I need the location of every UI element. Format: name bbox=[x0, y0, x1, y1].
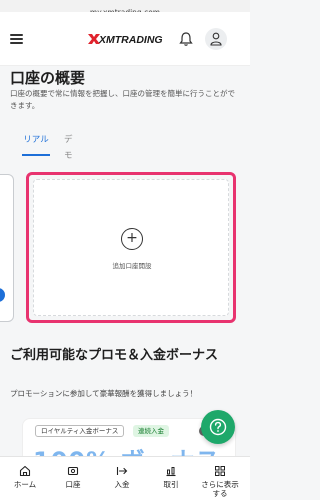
page-subtitle: 口座の概要で常に情報を把握し、口座の管理を簡単に行うことができます。 bbox=[10, 89, 235, 110]
nav-trade-label: 取引 bbox=[163, 480, 179, 489]
promo-section-title: ご利用可能なプロモ＆入金ボーナス bbox=[10, 348, 219, 363]
deposit-icon bbox=[116, 467, 128, 475]
add-account-card[interactable]: + 追加口座開設 bbox=[33, 179, 229, 316]
grid-icon bbox=[215, 466, 225, 476]
nav-home-label: ホーム bbox=[13, 480, 37, 489]
tab-real[interactable]: リアル bbox=[22, 132, 50, 156]
add-account-label: 追加口座開設 bbox=[112, 262, 152, 270]
nav-trade[interactable]: 取引 bbox=[147, 457, 195, 500]
nav-deposit-label: 入金 bbox=[114, 480, 130, 489]
bottom-nav: ホーム 口座 入金 取引 さらに表示する bbox=[0, 456, 250, 500]
bell-icon[interactable] bbox=[178, 31, 194, 47]
nav-account-label: 口座 bbox=[65, 480, 81, 489]
xm-logo[interactable]: XMTRADING bbox=[86, 32, 166, 46]
menu-icon[interactable] bbox=[10, 34, 23, 44]
tab-demo[interactable]: デモ bbox=[64, 132, 73, 161]
promo-type-badge: ロイヤルティ入金ボーナス bbox=[35, 425, 125, 437]
account-icon bbox=[67, 466, 79, 476]
nav-account[interactable]: 口座 bbox=[49, 457, 97, 500]
home-icon bbox=[19, 465, 31, 477]
trade-icon bbox=[166, 467, 176, 477]
browser-url-bar[interactable]: my.xmtrading.com bbox=[0, 0, 250, 17]
help-icon bbox=[209, 418, 227, 436]
nav-deposit[interactable]: 入金 bbox=[98, 457, 146, 500]
nav-more[interactable]: さらに表示する bbox=[196, 457, 244, 500]
user-icon bbox=[210, 32, 222, 46]
promo-status-badge: 連続入金 bbox=[133, 425, 169, 437]
nav-home[interactable]: ホーム bbox=[1, 457, 49, 500]
plus-icon[interactable]: + bbox=[121, 228, 143, 250]
app-header: XMTRADING bbox=[0, 12, 250, 66]
profile-button[interactable] bbox=[205, 28, 227, 50]
nav-more-label: さらに表示する bbox=[201, 480, 239, 498]
help-chat-button[interactable] bbox=[201, 410, 235, 444]
promo-section-subtitle: プロモーションに参加して豪華報酬を獲得しましょう！ bbox=[10, 389, 198, 398]
logo-text: XMTRADING bbox=[98, 34, 163, 46]
page-title: 口座の概要 bbox=[10, 69, 86, 87]
